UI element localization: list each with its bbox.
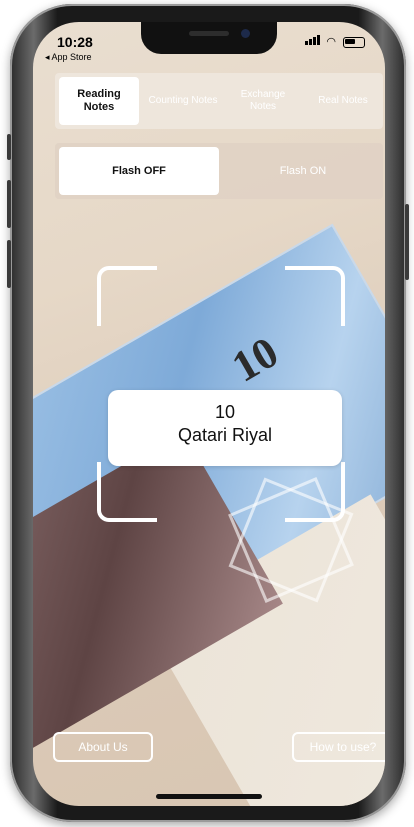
status-icons: ◠ <box>305 35 365 48</box>
signal-icon <box>305 35 321 48</box>
recognition-result-card: 10 Qatari Riyal <box>108 390 342 466</box>
tab-real-notes[interactable]: Real Notes <box>303 73 383 129</box>
status-time: 10:28 <box>57 34 93 50</box>
speaker-grille <box>189 31 229 36</box>
front-camera <box>241 29 250 38</box>
battery-icon <box>343 36 365 48</box>
tab-reading-notes[interactable]: Reading Notes <box>59 77 139 125</box>
volume-up-button <box>7 180 11 228</box>
how-to-use-button[interactable]: How to use? <box>292 732 385 762</box>
tab-exchange-notes[interactable]: Exchange Notes <box>223 73 303 129</box>
scan-frame-corner <box>97 266 157 326</box>
tab-counting-notes[interactable]: Counting Notes <box>143 73 223 129</box>
flash-toggle: Flash OFF Flash ON <box>55 143 383 199</box>
scan-frame-corner <box>285 266 345 326</box>
about-us-button[interactable]: About Us <box>53 732 153 762</box>
flash-on-option[interactable]: Flash ON <box>223 143 383 199</box>
power-button <box>405 204 409 280</box>
home-indicator[interactable] <box>156 794 262 799</box>
scan-frame-corner <box>285 462 345 522</box>
volume-down-button <box>7 240 11 288</box>
mute-switch <box>7 134 11 160</box>
app-screen: 10 10:28 ◂ App Store ◠ Reading Notes Cou… <box>33 22 385 806</box>
flash-off-option[interactable]: Flash OFF <box>59 147 219 195</box>
result-amount: 10 <box>214 402 236 422</box>
notch <box>141 22 277 54</box>
mode-tabs: Reading Notes Counting Notes Exchange No… <box>55 73 383 129</box>
scan-frame-corner <box>97 462 157 522</box>
back-to-app-store-link[interactable]: ◂ App Store <box>45 52 92 63</box>
result-currency: Qatari Riyal <box>177 425 273 445</box>
wifi-icon: ◠ <box>326 36 338 48</box>
